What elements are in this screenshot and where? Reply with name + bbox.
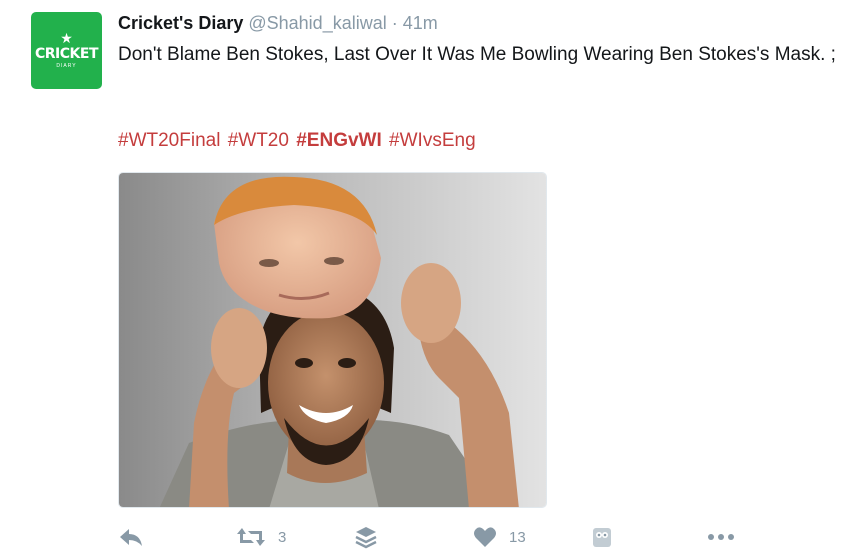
hashtag[interactable]: #WT20Final — [118, 130, 220, 151]
hashtag[interactable]: #WIvsEng — [389, 130, 476, 151]
buffer-icon — [355, 527, 377, 549]
author-name[interactable]: Cricket's Diary — [118, 13, 243, 33]
avatar-subtitle: DIARY — [56, 63, 77, 69]
reply-button[interactable] — [118, 524, 144, 550]
tweet-text: Don't Blame Ben Stokes, Last Over It Was… — [118, 44, 836, 65]
retweet-button[interactable]: 3 — [236, 524, 286, 550]
owl-icon — [593, 528, 611, 547]
retweet-icon — [237, 528, 265, 546]
like-button[interactable]: 13 — [473, 524, 526, 550]
avatar-brand: CRICKET — [35, 46, 99, 62]
tweet-actions: 3 13 — [118, 524, 838, 550]
tweet[interactable]: ★ CRICKET DIARY Cricket's Diary @Shahid_… — [0, 0, 850, 550]
meme-photo — [119, 173, 546, 507]
more-button[interactable] — [706, 524, 736, 550]
tweet-header: Cricket's Diary @Shahid_kaliwal · 41m — [118, 11, 438, 35]
star-icon: ★ — [60, 30, 73, 46]
author-handle[interactable]: @Shahid_kaliwal — [248, 13, 386, 33]
hashtag[interactable]: #WT20 — [228, 130, 289, 151]
hashtag-list: #WT20Final #WT20 #ENGvWI #WIvsEng — [118, 127, 478, 155]
more-dots-icon — [708, 534, 734, 540]
tweet-photo[interactable] — [118, 172, 547, 508]
reply-icon — [120, 529, 142, 546]
buffer-button[interactable] — [354, 524, 378, 550]
hootsuite-button[interactable] — [590, 524, 614, 550]
separator-dot: · — [391, 13, 398, 33]
hashtag[interactable]: #ENGvWI — [296, 130, 382, 151]
avatar[interactable]: ★ CRICKET DIARY — [31, 12, 102, 89]
retweet-count: 3 — [278, 528, 287, 546]
like-count: 13 — [509, 528, 526, 546]
heart-icon — [474, 527, 496, 547]
timestamp[interactable]: 41m — [403, 13, 438, 33]
